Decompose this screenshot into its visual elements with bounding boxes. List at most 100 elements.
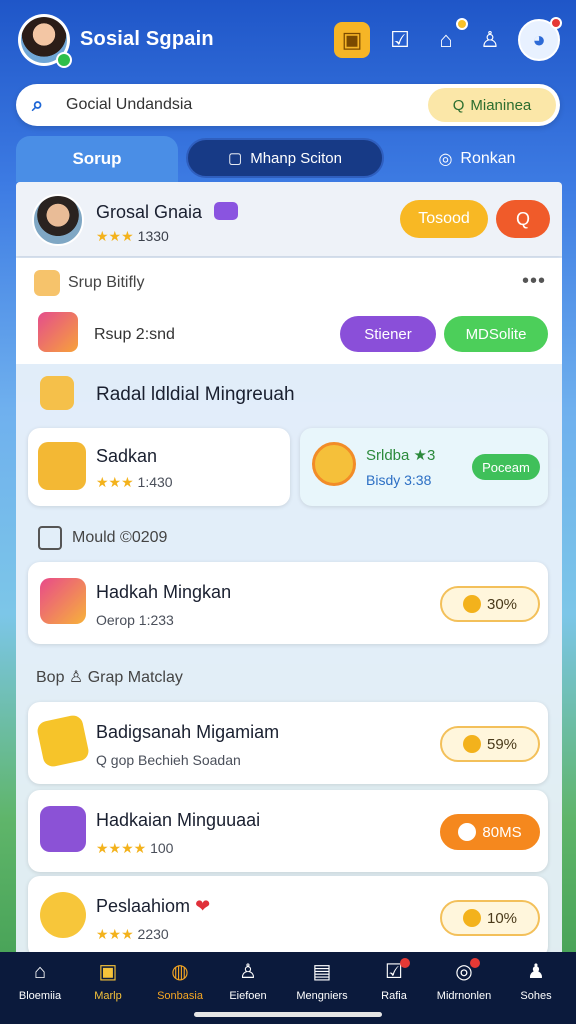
notification-dot (550, 17, 562, 29)
sub-section-prefix: Bop (36, 669, 65, 686)
card-icon: ▤ (312, 961, 332, 983)
tab-mhanp-sciton[interactable]: ▢ Mhanp Sciton (186, 138, 384, 178)
star-icon: ★★★ (96, 474, 134, 490)
more-icon[interactable]: ••• (522, 270, 546, 293)
list-item[interactable]: Hadkah Mingkan Oerop 1:233 30% (28, 562, 548, 644)
mascot-icon[interactable]: ◕ (518, 17, 562, 61)
list-item-value: 2230 (137, 926, 169, 942)
mask-icon (34, 270, 60, 296)
notification-dot (470, 958, 480, 968)
nav-label: Sohes (520, 990, 552, 1002)
coin-stack-icon (40, 376, 74, 410)
mdsolite-button[interactable]: MDSolite (444, 316, 548, 352)
list-item[interactable]: Badigsanah Migamiam Q gop Bechieh Soadan… (28, 702, 548, 784)
nav-label: Marlp (94, 990, 122, 1002)
top-bar: Sosial Sgpain ▣ ☑ ⌂ ♙ ◕ (0, 0, 576, 80)
sub-section-title: Mould ©0209 (72, 529, 168, 546)
percent-pill[interactable]: 30% (440, 586, 540, 622)
nav-item-mengniers[interactable]: ▤ Mengniers (290, 960, 354, 1014)
person-icon: ♙ (68, 669, 84, 686)
home-icon[interactable]: ⌂ (428, 18, 468, 58)
app-title: Sosial Sgpain (80, 28, 214, 50)
mini-card-suffix: ★3 (413, 447, 436, 464)
avatar[interactable] (18, 14, 72, 68)
secondary-action-button[interactable]: Q (496, 200, 550, 238)
tab-ronkan[interactable]: ◎ Ronkan (394, 136, 560, 182)
list-item-title: Badigsanah Migamiam (96, 722, 280, 742)
star-icon (462, 595, 481, 613)
treasure-chest-icon (38, 442, 86, 490)
list-item-value: 100 (150, 840, 174, 856)
nav-label: Sonbasia (157, 990, 203, 1002)
target-icon: ◎ (438, 151, 453, 168)
pill-label: 80MS (482, 823, 522, 841)
frame-icon: ▣ (98, 961, 118, 983)
percent-pill[interactable]: 59% (440, 726, 540, 762)
nav-item-marlp[interactable]: ▣ Marlp (76, 960, 140, 1014)
search-filter-chip[interactable]: Q Mianinea (428, 88, 556, 122)
heart-icon: ❤ (195, 896, 211, 916)
checklist-icon[interactable]: ☑ (382, 22, 418, 58)
nav-item-sonbasia[interactable]: ◍ Sonbasia (148, 960, 212, 1014)
star-icon (462, 735, 481, 753)
tab-sorup[interactable]: Sorup (16, 136, 178, 182)
shuffle-icon (458, 823, 477, 841)
list-item[interactable]: Hadkaian Minguuaai ★★★★ 100 80MS (28, 790, 548, 872)
status-pill[interactable]: 80MS (440, 814, 540, 850)
treasure-chest-icon[interactable]: ▣ (334, 22, 370, 58)
mini-card-subtitle: Bisdy 3:38 (366, 472, 432, 488)
profile-icon: ♟ (527, 961, 545, 983)
percent-pill[interactable]: 10% (440, 900, 540, 936)
lock-icon: ▢ (228, 150, 243, 167)
tab-label: Mhanp Sciton (250, 149, 342, 167)
list-item-subtitle: ★★★ 2230 (96, 926, 169, 943)
activity-section: Srup Bitifly ••• Rsup 2:snd Stiener MDSo… (16, 258, 562, 364)
online-badge (56, 52, 72, 68)
list-item-title: Hadkaian Minguuaai (96, 810, 261, 830)
avatar (32, 194, 84, 246)
star-icon (462, 909, 481, 927)
list-item[interactable]: Peslaahiom ❤ ★★★ 2230 10% (28, 876, 548, 952)
mini-card[interactable]: Sadkan ★★★ 1:430 (28, 428, 290, 506)
nav-item-eiefoen[interactable]: ♙ Eiefoen (216, 960, 280, 1014)
poceam-button[interactable]: Poceam (472, 454, 540, 480)
primary-action-button[interactable]: Tosood (400, 200, 488, 238)
list-item-title: Hadkah Mingkan (96, 582, 232, 602)
nav-item-rafia[interactable]: ☑ Rafia (362, 958, 426, 1014)
smiley-icon (40, 892, 86, 938)
backpack-icon (40, 806, 86, 852)
nav-item-bloemiia[interactable]: ⌂ Bloemiia (8, 960, 72, 1014)
main-panel: Grosal Gnaia ★★★ 1330 Tosood Q Srup Bitif… (16, 182, 562, 952)
stiener-button[interactable]: Stiener (340, 316, 436, 352)
gift-icon (38, 312, 78, 352)
nav-label: Rafia (381, 990, 407, 1002)
sub-section-title: Bop ♙ Grap Matclay (36, 667, 183, 687)
nav-label: Mengniers (296, 990, 348, 1002)
star-icon: ★★★ (96, 926, 134, 942)
nav-label: Bloemiia (18, 990, 62, 1002)
mini-card-title-text: Srldba (366, 447, 410, 464)
profile-card[interactable]: Grosal Gnaia ★★★ 1330 Tosood Q (16, 182, 562, 256)
sub-section-title-text: Grap Matclay (87, 669, 183, 686)
nav-item-midrnonlen[interactable]: ◎ Midrnonlen (432, 958, 496, 1014)
tab-bar: Sorup ▢ Mhanp Sciton ◎ Ronkan (16, 136, 560, 182)
mini-card[interactable]: Srldba ★3 Bisdy 3:38 Poceam (300, 428, 548, 506)
profile-rating: ★★★ 1330 (96, 228, 169, 245)
nav-label: Midrnonlen (436, 990, 492, 1002)
profile-name: Grosal Gnaia (96, 202, 203, 222)
user-add-icon[interactable]: ♙ (472, 22, 508, 58)
search-input[interactable]: Gocial Undandsia (66, 96, 192, 114)
section-header: Radal ldldial Mingreuah (16, 370, 562, 414)
search-bar[interactable]: ⌕ Gocial Undandsia Q Mianinea (16, 84, 560, 126)
activity-subtitle: Rsup 2:snd (94, 326, 175, 343)
nav-label: Eiefoen (229, 990, 267, 1002)
gift-icon (40, 578, 86, 624)
pill-label: 59% (486, 735, 518, 753)
sub-section-header: Bop ♙ Grap Matclay (16, 660, 562, 690)
person-icon: ♙ (239, 961, 257, 983)
list-item-subtitle: ★★★★ 100 (96, 840, 173, 857)
home-indicator (194, 1012, 382, 1017)
star-icon: ★★★ (96, 228, 134, 244)
sub-section-header: Mould ©0209 (16, 522, 562, 552)
nav-item-sohes[interactable]: ♟ Sohes (504, 960, 568, 1014)
